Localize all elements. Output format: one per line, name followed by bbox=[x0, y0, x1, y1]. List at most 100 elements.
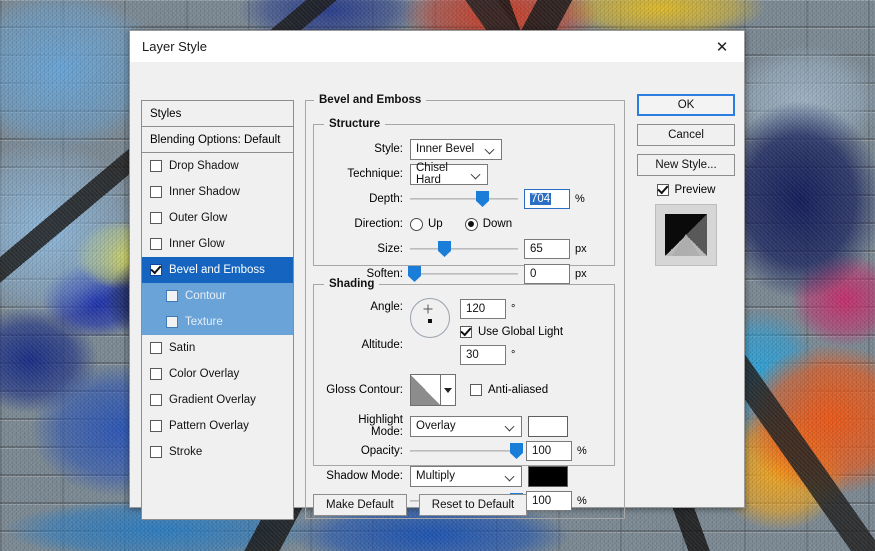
checkbox-satin[interactable] bbox=[150, 342, 162, 354]
highlight-mode-dropdown[interactable]: Overlay bbox=[410, 416, 522, 437]
checkbox-use-global-light[interactable]: Use Global Light bbox=[460, 326, 563, 338]
highlight-opacity-input[interactable]: 100 bbox=[526, 441, 572, 461]
slider-thumb[interactable] bbox=[438, 241, 451, 257]
checkbox-outer-glow[interactable] bbox=[150, 212, 162, 224]
radio-up-icon[interactable] bbox=[410, 218, 423, 231]
style-dropdown[interactable]: Inner Bevel bbox=[410, 139, 502, 160]
sidebar-item-blending-options[interactable]: Blending Options: Default bbox=[142, 127, 293, 153]
checkbox-inner-glow[interactable] bbox=[150, 238, 162, 250]
checkbox-pattern-overlay[interactable] bbox=[150, 420, 162, 432]
highlight-color-swatch[interactable] bbox=[528, 416, 568, 437]
close-icon[interactable]: ✕ bbox=[700, 31, 744, 62]
altitude-unit: ° bbox=[511, 349, 515, 361]
checkbox-drop-shadow[interactable] bbox=[150, 160, 162, 172]
sidebar-item-drop-shadow[interactable]: Drop Shadow bbox=[142, 153, 293, 179]
size-row: Size: 65 px bbox=[324, 238, 604, 260]
make-default-button[interactable]: Make Default bbox=[313, 494, 407, 516]
altitude-input[interactable]: 30 bbox=[460, 345, 506, 365]
chevron-down-icon bbox=[471, 170, 481, 180]
shading-group: Shading Angle: Altitude: 120 ° bbox=[313, 278, 615, 466]
chevron-down-icon bbox=[505, 472, 515, 482]
sidebar-item-inner-shadow[interactable]: Inner Shadow bbox=[142, 179, 293, 205]
sidebar-item-outer-glow[interactable]: Outer Glow bbox=[142, 205, 293, 231]
cancel-button[interactable]: Cancel bbox=[637, 124, 735, 146]
checkbox-bevel-and-emboss[interactable] bbox=[150, 264, 162, 276]
checkbox-anti-aliased[interactable]: Anti-aliased bbox=[470, 384, 548, 396]
depth-slider[interactable] bbox=[410, 190, 518, 208]
radio-down-icon[interactable] bbox=[465, 218, 478, 231]
chevron-down-icon[interactable] bbox=[441, 375, 455, 405]
highlight-opacity-unit: % bbox=[577, 445, 587, 457]
checkbox-icon[interactable] bbox=[657, 184, 669, 196]
checkbox-color-overlay[interactable] bbox=[150, 368, 162, 380]
shadow-mode-dropdown[interactable]: Multiply bbox=[410, 466, 522, 487]
checkbox-gradient-overlay[interactable] bbox=[150, 394, 162, 406]
size-input[interactable]: 65 bbox=[524, 239, 570, 259]
sidebar-item-pattern-overlay[interactable]: Pattern Overlay bbox=[142, 413, 293, 439]
angle-label: Angle: bbox=[324, 301, 403, 325]
anti-aliased-label: Anti-aliased bbox=[488, 384, 548, 396]
style-label: Texture bbox=[185, 316, 223, 328]
slider-thumb[interactable] bbox=[476, 191, 489, 207]
style-label: Outer Glow bbox=[169, 212, 227, 224]
dialog-title: Layer Style bbox=[142, 39, 207, 54]
style-label: Bevel and Emboss bbox=[169, 264, 265, 276]
default-buttons-row: Make Default Reset to Default bbox=[313, 494, 527, 516]
sidebar-item-inner-glow[interactable]: Inner Glow bbox=[142, 231, 293, 257]
ok-button[interactable]: OK bbox=[637, 94, 735, 116]
sidebar-item-bevel-and-emboss[interactable]: Bevel and Emboss bbox=[142, 257, 293, 283]
new-style-button[interactable]: New Style... bbox=[637, 154, 735, 176]
sidebar-item-gradient-overlay[interactable]: Gradient Overlay bbox=[142, 387, 293, 413]
slider-thumb[interactable] bbox=[510, 443, 523, 459]
preview-label: Preview bbox=[675, 184, 716, 196]
sidebar-item-stroke[interactable]: Stroke bbox=[142, 439, 293, 465]
sidebar-item-satin[interactable]: Satin bbox=[142, 335, 293, 361]
sidebar-item-color-overlay[interactable]: Color Overlay bbox=[142, 361, 293, 387]
radio-direction-up[interactable]: Up bbox=[410, 218, 443, 231]
slider-track bbox=[410, 248, 518, 250]
size-slider[interactable] bbox=[410, 240, 518, 258]
style-label: Contour bbox=[185, 290, 226, 302]
gloss-contour-picker[interactable] bbox=[410, 374, 456, 406]
checkbox-contour[interactable] bbox=[166, 290, 178, 302]
technique-label: Technique: bbox=[324, 168, 410, 180]
highlight-opacity-slider[interactable] bbox=[410, 442, 520, 460]
checkbox-inner-shadow[interactable] bbox=[150, 186, 162, 198]
shadow-opacity-unit: % bbox=[577, 495, 587, 507]
shading-group-title: Shading bbox=[324, 278, 379, 290]
layer-style-dialog: Layer Style ✕ Styles Blending Options: D… bbox=[129, 30, 745, 508]
checkbox-preview[interactable]: Preview bbox=[657, 184, 716, 196]
style-label: Drop Shadow bbox=[169, 160, 239, 172]
preview-thumbnail bbox=[655, 204, 717, 266]
technique-dropdown-value: Chisel Hard bbox=[416, 162, 469, 186]
technique-dropdown[interactable]: Chisel Hard bbox=[410, 164, 488, 185]
checkbox-icon[interactable] bbox=[470, 384, 482, 396]
styles-list-panel: Styles Blending Options: Default Drop Sh… bbox=[141, 100, 294, 520]
gloss-contour-label: Gloss Contour: bbox=[324, 384, 410, 396]
depth-input[interactable]: 704 bbox=[524, 189, 570, 209]
size-label: Size: bbox=[324, 243, 410, 255]
depth-input-value: 704 bbox=[530, 193, 551, 205]
bevel-emboss-options: Bevel and Emboss Structure Style: Inner … bbox=[305, 94, 625, 519]
sidebar-item-texture[interactable]: Texture bbox=[142, 309, 293, 335]
style-label: Pattern Overlay bbox=[169, 420, 249, 432]
shadow-color-swatch[interactable] bbox=[528, 466, 568, 487]
checkbox-stroke[interactable] bbox=[150, 446, 162, 458]
angle-crosshair-icon bbox=[424, 304, 433, 313]
style-dropdown-value: Inner Bevel bbox=[416, 143, 474, 155]
angle-dial[interactable] bbox=[410, 298, 450, 338]
highlight-opacity-label: Opacity: bbox=[324, 445, 410, 457]
styles-panel-header: Styles bbox=[142, 101, 293, 127]
shadow-opacity-input[interactable]: 100 bbox=[526, 491, 572, 511]
checkbox-icon[interactable] bbox=[460, 326, 472, 338]
angle-input[interactable]: 120 bbox=[460, 299, 506, 319]
technique-row: Technique: Chisel Hard bbox=[324, 163, 604, 185]
style-label: Stroke bbox=[169, 446, 202, 458]
direction-up-label: Up bbox=[428, 218, 443, 230]
reset-to-default-button[interactable]: Reset to Default bbox=[419, 494, 527, 516]
sidebar-item-contour[interactable]: Contour bbox=[142, 283, 293, 309]
checkbox-texture[interactable] bbox=[166, 316, 178, 328]
radio-direction-down[interactable]: Down bbox=[465, 218, 512, 231]
preview-toggle[interactable]: Preview bbox=[637, 184, 735, 196]
dialog-titlebar: Layer Style ✕ bbox=[130, 31, 744, 62]
